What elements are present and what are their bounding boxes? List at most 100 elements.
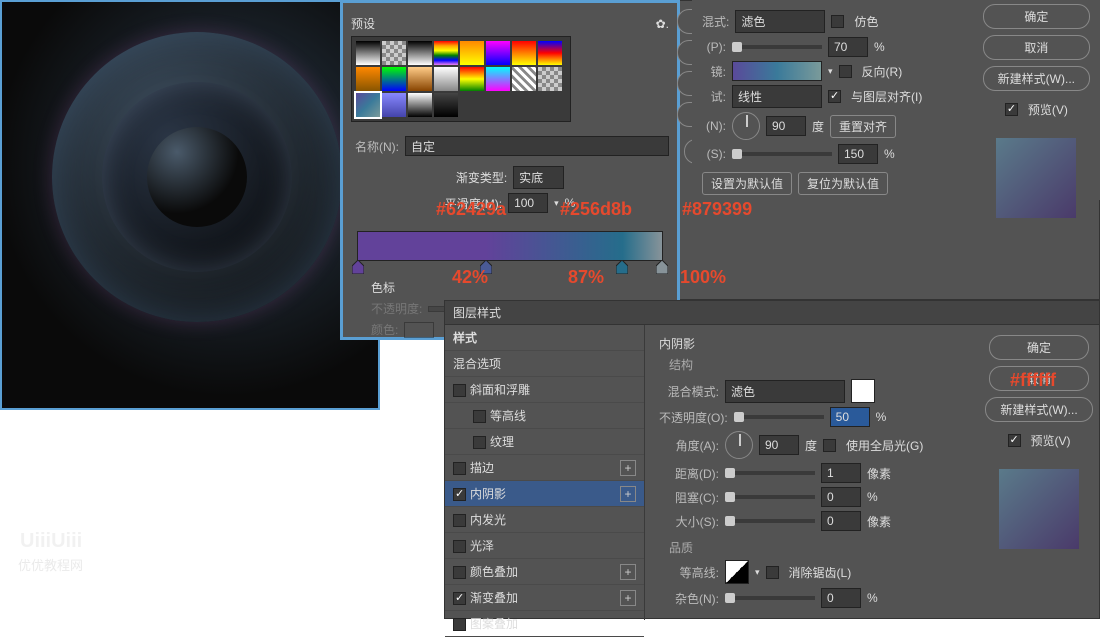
new-style-button[interactable]: 新建样式(W)...: [985, 397, 1092, 422]
add-icon[interactable]: +: [620, 460, 636, 476]
stops-label: 色标: [371, 281, 395, 295]
gear-icon[interactable]: ✿.: [656, 17, 669, 31]
dither-checkbox[interactable]: [831, 15, 844, 28]
annotation-white: #ffffff: [1010, 370, 1056, 391]
type-label: 渐变类型:: [456, 169, 507, 186]
lens-graphic: [52, 32, 342, 322]
global-light-checkbox[interactable]: [823, 439, 836, 452]
preview-checkbox[interactable]: [1005, 103, 1018, 116]
antialias-label: 消除锯齿(L): [789, 564, 852, 581]
watermark-logo: UiiiUiii: [20, 530, 82, 553]
angle-dial[interactable]: [725, 431, 753, 459]
distance-input[interactable]: [821, 463, 861, 483]
add-icon[interactable]: +: [620, 486, 636, 502]
choke-input[interactable]: [821, 487, 861, 507]
pattern-overlay-checkbox[interactable]: [453, 618, 466, 631]
gradient-stop[interactable]: [352, 260, 364, 274]
gradient-type-select[interactable]: 实底: [513, 166, 564, 189]
gradient-presets[interactable]: [351, 36, 571, 122]
scale-input[interactable]: [838, 144, 878, 164]
blend-mode-label: 混式:: [702, 13, 729, 30]
gradient-editor-panel: 预设 ✿. 名称(N):: [340, 0, 680, 340]
opacity-label: (P):: [702, 40, 726, 54]
reset-default-button[interactable]: 复位为默认值: [798, 172, 888, 195]
add-icon[interactable]: +: [620, 590, 636, 606]
ok-button[interactable]: 确定: [983, 4, 1090, 29]
texture-checkbox[interactable]: [473, 436, 486, 449]
reverse-checkbox[interactable]: [839, 65, 852, 78]
scale-slider[interactable]: [732, 152, 832, 156]
annotation-pos1: 42%: [452, 267, 488, 288]
gradient-name-input[interactable]: [405, 136, 669, 156]
blend-options-item[interactable]: 混合选项: [445, 351, 644, 377]
contour-item[interactable]: 等高线: [445, 403, 644, 429]
set-default-button[interactable]: 设置为默认值: [702, 172, 792, 195]
inner-glow-checkbox[interactable]: [453, 514, 466, 527]
angle-dial[interactable]: [732, 112, 760, 140]
color-label: 颜色:: [371, 321, 398, 338]
preview-checkbox[interactable]: [1008, 434, 1021, 447]
angle-label: 角度(A):: [659, 437, 719, 454]
antialias-checkbox[interactable]: [766, 566, 779, 579]
gradient-bar[interactable]: [357, 231, 663, 261]
gradient-overlay-checkbox[interactable]: [453, 592, 466, 605]
contour-picker[interactable]: [725, 560, 749, 584]
cancel-button[interactable]: 取消: [983, 35, 1090, 60]
gradient-picker[interactable]: [732, 61, 822, 81]
noise-slider[interactable]: [725, 596, 815, 600]
align-checkbox[interactable]: [828, 90, 841, 103]
add-icon[interactable]: +: [620, 564, 636, 580]
opacity-input[interactable]: 50: [830, 407, 870, 427]
size-input[interactable]: [821, 511, 861, 531]
angle-input[interactable]: [759, 435, 799, 455]
inner-shadow-item[interactable]: 内阴影+: [445, 481, 644, 507]
presets-label: 预设: [351, 15, 375, 32]
noise-input[interactable]: [821, 588, 861, 608]
gradient-stop[interactable]: [656, 260, 668, 274]
stroke-checkbox[interactable]: [453, 462, 466, 475]
dialog-title: 图层样式: [445, 301, 1099, 325]
opacity-slider[interactable]: [732, 45, 822, 49]
annotation-pos2: 87%: [568, 267, 604, 288]
color-overlay-checkbox[interactable]: [453, 566, 466, 579]
size-slider[interactable]: [725, 519, 815, 523]
shadow-color-swatch[interactable]: [851, 379, 875, 403]
name-label: 名称(N):: [351, 138, 399, 155]
bevel-checkbox[interactable]: [453, 384, 466, 397]
gradient-label: 镜:: [702, 63, 726, 80]
distance-slider[interactable]: [725, 471, 815, 475]
quality-label: 品质: [659, 539, 965, 556]
smoothness-input[interactable]: [508, 193, 548, 213]
stop-color-swatch: [404, 322, 434, 338]
opacity-label: 不透明度(O):: [659, 409, 728, 426]
reset-angle-button[interactable]: 重置对齐: [830, 115, 896, 138]
style-select[interactable]: 线性: [732, 85, 822, 108]
inner-glow-item[interactable]: 内发光: [445, 507, 644, 533]
opacity-input[interactable]: [828, 37, 868, 57]
choke-label: 阻塞(C):: [659, 489, 719, 506]
gradient-stop[interactable]: [616, 260, 628, 274]
blend-mode-select[interactable]: 滤色: [735, 10, 825, 33]
pattern-overlay-item[interactable]: 图案叠加: [445, 611, 644, 637]
texture-item[interactable]: 纹理: [445, 429, 644, 455]
contour-label: 等高线:: [659, 564, 719, 581]
choke-slider[interactable]: [725, 495, 815, 499]
contour-checkbox[interactable]: [473, 410, 486, 423]
gradient-overlay-item[interactable]: 渐变叠加+: [445, 585, 644, 611]
opacity-slider[interactable]: [734, 415, 824, 419]
bevel-item[interactable]: 斜面和浮雕: [445, 377, 644, 403]
satin-item[interactable]: 光泽: [445, 533, 644, 559]
blend-mode-select[interactable]: 滤色: [725, 380, 845, 403]
color-overlay-item[interactable]: 颜色叠加+: [445, 559, 644, 585]
styles-header[interactable]: 样式: [445, 325, 644, 351]
inner-shadow-settings: 内阴影 结构 混合模式: 滤色 不透明度(O): 50 % 角度(A): 度 使…: [645, 325, 979, 620]
inner-shadow-checkbox[interactable]: [453, 488, 466, 501]
layer-style-dialog: 图层样式 样式 混合选项 斜面和浮雕 等高线 纹理 描边+ 内阴影+ 内发光 光…: [444, 300, 1100, 619]
ok-button[interactable]: 确定: [989, 335, 1089, 360]
stroke-item[interactable]: 描边+: [445, 455, 644, 481]
style-label: 试:: [702, 88, 726, 105]
structure-label: 结构: [659, 356, 965, 373]
angle-input[interactable]: [766, 116, 806, 136]
satin-checkbox[interactable]: [453, 540, 466, 553]
new-style-button[interactable]: 新建样式(W)...: [983, 66, 1090, 91]
